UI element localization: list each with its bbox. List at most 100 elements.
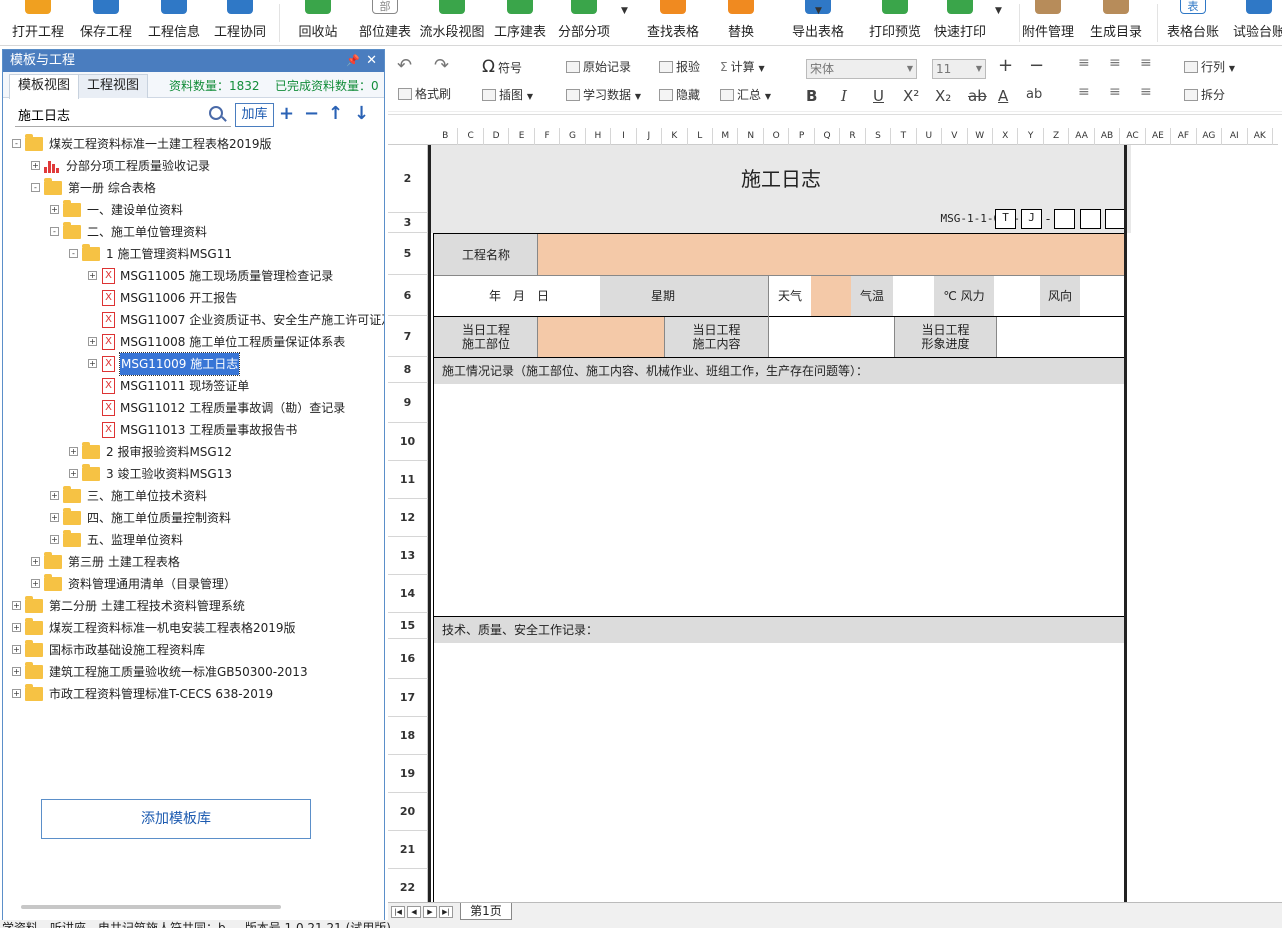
row-header-cell[interactable]: 9: [388, 383, 428, 423]
column-header-cell[interactable]: D: [484, 128, 510, 145]
site-part-field[interactable]: [538, 317, 664, 357]
row-header-cell[interactable]: 13: [388, 537, 428, 575]
column-header-cell[interactable]: W: [968, 128, 993, 145]
tree-node[interactable]: - 第一册 综合表格: [3, 177, 384, 199]
tree-node[interactable]: - 1 施工管理资料MSG11: [3, 243, 384, 265]
tab-project-view[interactable]: 工程视图: [78, 74, 149, 98]
expand-icon[interactable]: +: [50, 513, 59, 522]
first-sheet-icon[interactable]: |◀: [391, 906, 405, 918]
pin-icon[interactable]: 📌: [346, 50, 360, 72]
add-icon[interactable]: +: [279, 103, 294, 125]
next-sheet-icon[interactable]: ▶: [423, 906, 437, 918]
row-header-cell[interactable]: 11: [388, 461, 428, 499]
column-header-cell[interactable]: Q: [815, 128, 841, 145]
column-header-cell[interactable]: M: [713, 128, 739, 145]
column-header-cell[interactable]: L: [688, 128, 713, 145]
align-middle-icon[interactable]: ≡: [1109, 55, 1121, 71]
column-header-cell[interactable]: J: [637, 128, 663, 145]
align-top-icon[interactable]: ≡: [1078, 55, 1090, 71]
column-header-cell[interactable]: G: [560, 128, 586, 145]
column-header-cell[interactable]: N: [738, 128, 764, 145]
tree-node[interactable]: + 资料管理通用清单（目录管理）: [3, 573, 384, 595]
row-header-cell[interactable]: 15: [388, 613, 428, 639]
expand-icon[interactable]: +: [50, 491, 59, 500]
row-header-cell[interactable]: 17: [388, 679, 428, 717]
collapse-icon[interactable]: -: [69, 249, 78, 258]
row-col-button[interactable]: 行列 ▼: [1184, 56, 1235, 78]
align-bottom-icon[interactable]: ≡: [1140, 55, 1152, 71]
dropdown-arrow-icon[interactable]: ▼: [815, 6, 822, 16]
underline-icon[interactable]: U: [873, 87, 884, 105]
column-header-cell[interactable]: AG: [1197, 128, 1223, 145]
subscript-icon[interactable]: X₂: [935, 87, 951, 105]
format-brush-button[interactable]: 格式刷: [398, 83, 451, 105]
column-header-cell[interactable]: P: [789, 128, 815, 145]
tree-node[interactable]: + 三、施工单位技术资料: [3, 485, 384, 507]
expand-icon[interactable]: +: [50, 205, 59, 214]
row-header-cell[interactable]: 19: [388, 755, 428, 793]
column-header-cell[interactable]: Z: [1044, 128, 1070, 145]
decrease-font-icon[interactable]: −: [1029, 55, 1044, 76]
column-header-cell[interactable]: V: [942, 128, 968, 145]
tree-node[interactable]: + X MSG11005 施工现场质量管理检查记录: [3, 265, 384, 287]
column-header-cell[interactable]: R: [840, 128, 866, 145]
tree-node[interactable]: + 煤炭工程资料标准一机电安装工程表格2019版: [3, 617, 384, 639]
column-header-cell[interactable]: Y: [1018, 128, 1044, 145]
column-header-cell[interactable]: AI: [1222, 128, 1248, 145]
collapse-icon[interactable]: -: [50, 227, 59, 236]
tree-node[interactable]: - 二、施工单位管理资料: [3, 221, 384, 243]
strikethrough-icon[interactable]: ab: [968, 87, 987, 105]
close-icon[interactable]: ✕: [366, 50, 377, 72]
symbol-button[interactable]: Ω 符号: [482, 56, 522, 78]
learning-data-button[interactable]: 学习数据 ▼: [566, 84, 641, 106]
code-box-3[interactable]: [1054, 209, 1075, 229]
column-header-cell[interactable]: AC: [1120, 128, 1146, 145]
search-input[interactable]: [15, 103, 231, 127]
dropdown-arrow-icon[interactable]: ▼: [621, 6, 628, 16]
tab-template-view[interactable]: 模板视图: [9, 74, 80, 99]
move-up-icon[interactable]: ↑: [328, 103, 343, 125]
row-header-cell[interactable]: 18: [388, 717, 428, 755]
expand-icon[interactable]: +: [69, 447, 78, 456]
column-header-cell[interactable]: AK: [1248, 128, 1273, 145]
expand-icon[interactable]: +: [31, 579, 40, 588]
add-template-library-button[interactable]: 添加模板库: [41, 799, 311, 839]
row-header-cell[interactable]: 8: [388, 357, 428, 383]
row-header-cell[interactable]: 7: [388, 316, 428, 357]
expand-icon[interactable]: +: [31, 161, 40, 170]
row-header-cell[interactable]: 12: [388, 499, 428, 537]
weather-field[interactable]: [811, 276, 851, 316]
code-box-1[interactable]: T: [995, 209, 1016, 229]
row-header-cell[interactable]: 5: [388, 233, 428, 275]
expand-icon[interactable]: +: [69, 469, 78, 478]
subdivision-button[interactable]: 分部分项: [539, 0, 629, 45]
column-header-cell[interactable]: S: [866, 128, 892, 145]
expand-icon[interactable]: +: [50, 535, 59, 544]
align-right-icon[interactable]: ≡: [1140, 84, 1152, 100]
expand-icon[interactable]: +: [88, 337, 97, 346]
tech-record-field[interactable]: [434, 643, 1124, 902]
tree-node[interactable]: X MSG11012 工程质量事故调（勘）查记录: [3, 397, 384, 419]
row-header-cell[interactable]: 16: [388, 639, 428, 679]
code-box-2[interactable]: J: [1021, 209, 1042, 229]
tree-node[interactable]: X MSG11006 开工报告: [3, 287, 384, 309]
search-icon[interactable]: [209, 106, 223, 120]
italic-icon[interactable]: I: [841, 87, 847, 105]
row-header-cell[interactable]: 2: [388, 145, 428, 213]
row-header-cell[interactable]: 21: [388, 831, 428, 869]
expand-icon[interactable]: +: [12, 645, 21, 654]
tree-node[interactable]: + 四、施工单位质量控制资料: [3, 507, 384, 529]
align-left-icon[interactable]: ≡: [1078, 84, 1090, 100]
tree-node[interactable]: + 一、建设单位资料: [3, 199, 384, 221]
expand-icon[interactable]: +: [88, 271, 97, 280]
superscript-icon[interactable]: X²: [903, 87, 919, 105]
move-down-icon[interactable]: ↓: [354, 103, 369, 125]
dropdown-arrow-icon[interactable]: ▼: [995, 6, 1002, 16]
column-header-cell[interactable]: X: [993, 128, 1019, 145]
load-library-button[interactable]: 加库: [235, 103, 274, 127]
column-header-cell[interactable]: U: [917, 128, 943, 145]
font-size-select[interactable]: 11 ▼: [932, 59, 986, 79]
tree-node[interactable]: + X MSG11009 施工日志: [3, 352, 384, 376]
column-header-cell[interactable]: H: [586, 128, 612, 145]
row-header-cell[interactable]: 3: [388, 213, 428, 233]
